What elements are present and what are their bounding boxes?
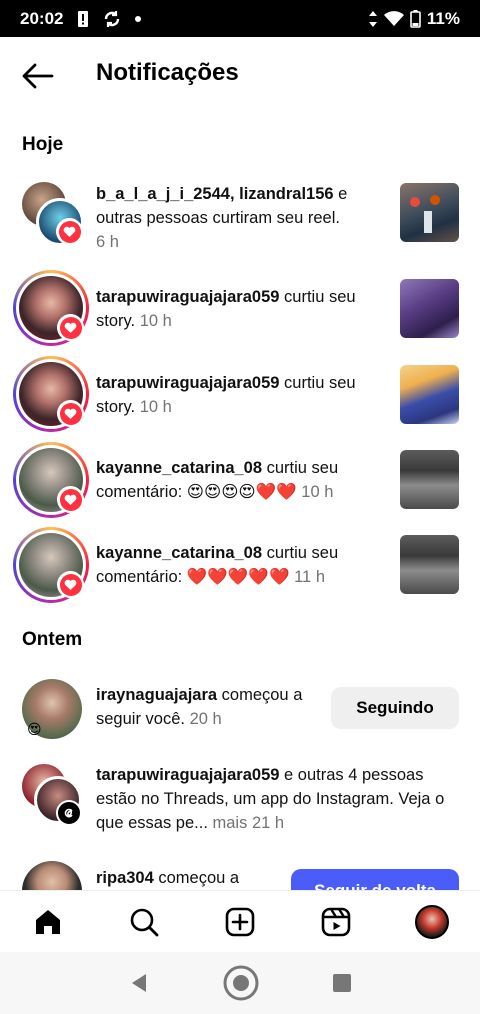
system-home-icon[interactable] [222, 964, 260, 1002]
section-yesterday: Ontem [22, 629, 83, 650]
following-button[interactable]: Seguindo [331, 687, 459, 729]
like-badge [57, 400, 84, 427]
wifi-icon [383, 10, 404, 26]
notification-row[interactable]: 😍 iraynaguajajara começou a seguir você.… [0, 675, 480, 755]
battery-level: 11% [426, 8, 460, 28]
heart-icon [64, 494, 77, 505]
threads-icon [64, 808, 73, 818]
system-back-icon[interactable] [128, 972, 150, 994]
reels-icon [321, 907, 351, 936]
notification-row[interactable]: kayanne_catarina_08 curtiu seu comentári… [0, 525, 480, 605]
avatar-stack [22, 764, 86, 828]
notification-row[interactable]: tarapuwiraguajajara059 curtiu seu story.… [0, 355, 480, 435]
page-title: Notificações [96, 59, 239, 86]
notification-text: kayanne_catarina_08 curtiu seu comentári… [96, 459, 339, 501]
nav-reels[interactable] [316, 902, 356, 942]
threads-badge [56, 800, 82, 826]
profile-avatar [415, 904, 449, 939]
timestamp: 6 h [96, 233, 119, 251]
notification-text: tarapuwiraguajajara059 e outras 4 pessoa… [96, 766, 445, 832]
battery-icon [410, 9, 421, 28]
notification-row[interactable]: b_a_l_a_j_i_2544, lizandral156 e outras … [0, 180, 480, 260]
nav-create[interactable] [220, 902, 260, 942]
notification-text: tarapuwiraguajajara059 curtiu seu story.… [96, 288, 356, 330]
status-time: 20:02 [20, 8, 64, 28]
nav-home[interactable] [28, 902, 68, 942]
notification-row[interactable]: ripa304 começou a Seguir de volta [0, 858, 480, 890]
post-thumbnail[interactable] [400, 450, 459, 509]
notification-text: iraynaguajajara começou a seguir você. 2… [96, 686, 303, 728]
system-recents-icon[interactable] [332, 973, 352, 993]
avatar [22, 861, 82, 890]
notification-text: b_a_l_a_j_i_2544, lizandral156 e outras … [96, 185, 348, 251]
header: Notificações [0, 37, 480, 115]
timestamp: 10 h [139, 312, 172, 330]
status-bar: 20:02 11% [0, 0, 480, 37]
like-badge [57, 314, 84, 341]
emoji-badge: 😍 [27, 721, 42, 737]
heart-icon [64, 408, 77, 419]
heart-icon [64, 579, 77, 590]
timestamp: 21 h [251, 814, 285, 832]
post-thumbnail[interactable] [400, 183, 459, 242]
like-badge [57, 486, 84, 513]
heart-icon [63, 226, 76, 237]
notification-text: kayanne_catarina_08 curtiu seu comentári… [96, 544, 339, 586]
alert-icon [78, 10, 89, 27]
bottom-nav [0, 890, 480, 952]
timestamp: 10 h [139, 398, 172, 416]
heart-icon [64, 322, 77, 333]
nav-profile[interactable] [412, 902, 452, 942]
create-icon [225, 907, 255, 936]
post-thumbnail[interactable] [400, 535, 459, 594]
nav-search[interactable] [124, 902, 164, 942]
system-nav-bar [0, 952, 480, 1014]
sync-icon [105, 10, 120, 27]
story-thumbnail[interactable] [400, 279, 459, 338]
notification-text: tarapuwiraguajajara059 curtiu seu story.… [96, 374, 356, 416]
avatar-stack [22, 182, 86, 246]
notification-row[interactable]: tarapuwiraguajajara059 curtiu seu story.… [0, 269, 480, 349]
dot-icon [135, 15, 142, 22]
data-arrows-icon [368, 10, 377, 27]
like-badge [57, 571, 84, 598]
more-link[interactable]: mais [208, 814, 248, 832]
timestamp: 11 h [294, 568, 325, 586]
notification-row[interactable]: tarapuwiraguajajara059 e outras 4 pessoa… [0, 762, 480, 852]
timestamp: 10 h [301, 483, 334, 501]
like-badge [56, 218, 83, 245]
back-arrow-icon[interactable] [20, 62, 54, 90]
search-icon [130, 908, 159, 936]
notification-row[interactable]: kayanne_catarina_08 curtiu seu comentári… [0, 440, 480, 520]
timestamp: 20 h [189, 710, 222, 728]
section-today: Hoje [22, 134, 64, 155]
follow-back-button[interactable]: Seguir de volta [291, 869, 459, 890]
story-thumbnail[interactable] [400, 365, 459, 424]
notification-text: ripa304 começou a [96, 869, 240, 887]
home-icon [36, 909, 60, 934]
